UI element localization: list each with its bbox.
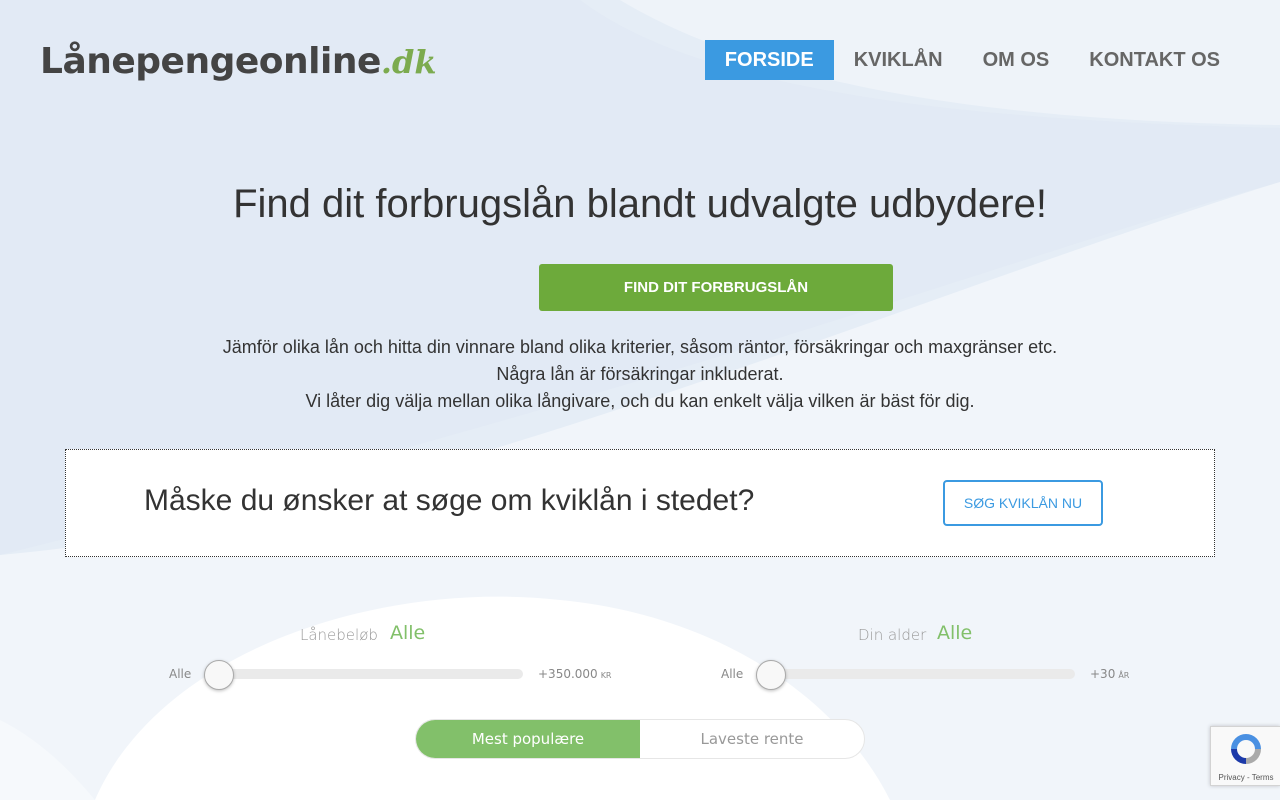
sort-most-popular[interactable]: Mest populære — [416, 720, 640, 758]
hero-title: Find dit forbrugslån blandt udvalgte udb… — [233, 182, 1047, 226]
age-filter-value: Alle — [937, 622, 973, 644]
age-slider-handle[interactable] — [756, 660, 786, 690]
amount-unit: KR — [600, 671, 612, 680]
amount-slider-handle[interactable] — [204, 660, 234, 690]
amount-slider-track[interactable] — [205, 669, 523, 679]
logo-tld: .dk — [380, 43, 437, 81]
nav-item-kviklan[interactable]: KVIKLÅN — [834, 40, 963, 80]
age-range-max: +30 ÅR — [1090, 667, 1129, 681]
sort-lowest-rate[interactable]: Laveste rente — [640, 720, 864, 758]
site-logo[interactable]: Lånepengeonline.dk — [40, 36, 437, 86]
kviklan-promo-text: Måske du ønsker at søge om kviklån i ste… — [144, 484, 755, 517]
age-range-max-value: +30 — [1090, 667, 1116, 681]
nav-item-kontakt-os[interactable]: KONTAKT OS — [1069, 40, 1240, 80]
search-kviklan-button[interactable]: SØG KVIKLÅN NU — [943, 480, 1103, 526]
logo-name: Lånepengeonline — [40, 41, 381, 82]
recaptcha-terms: Privacy - Terms — [1218, 773, 1274, 782]
recaptcha-badge[interactable]: Privacy - Terms — [1210, 726, 1280, 786]
recaptcha-icon — [1231, 734, 1261, 764]
age-filter-label: Din alder — [858, 626, 927, 644]
age-unit: ÅR — [1118, 671, 1130, 680]
kviklan-promo-box: Måske du ønsker at søge om kviklån i ste… — [65, 449, 1215, 557]
find-loan-button[interactable]: FIND DIT FORBRUGSLÅN — [539, 264, 893, 311]
main-nav: FORSIDE KVIKLÅN OM OS KONTAKT OS — [704, 40, 1240, 80]
amount-filter-label: Lånebeløb — [300, 626, 378, 644]
description-line: Jämför olika lån och hitta din vinnare b… — [222, 337, 1058, 357]
nav-item-om-os[interactable]: OM OS — [963, 40, 1070, 80]
hero-description: Jämför olika lån och hitta din vinnare b… — [0, 334, 1280, 415]
sort-toggle: Mest populære Laveste rente — [415, 719, 865, 759]
amount-filter-value: Alle — [390, 622, 426, 644]
nav-item-forside[interactable]: FORSIDE — [704, 40, 834, 80]
age-slider-track[interactable] — [757, 669, 1075, 679]
amount-range-max-value: +350.000 — [538, 667, 598, 681]
description-line: Vi låter dig välja mellan olika långivar… — [305, 391, 975, 411]
amount-range-max: +350.000 KR — [538, 667, 612, 681]
age-range-min: Alle — [721, 667, 744, 681]
amount-range-min: Alle — [169, 667, 192, 681]
description-line: Några lån är försäkringar inkluderat. — [496, 364, 784, 384]
